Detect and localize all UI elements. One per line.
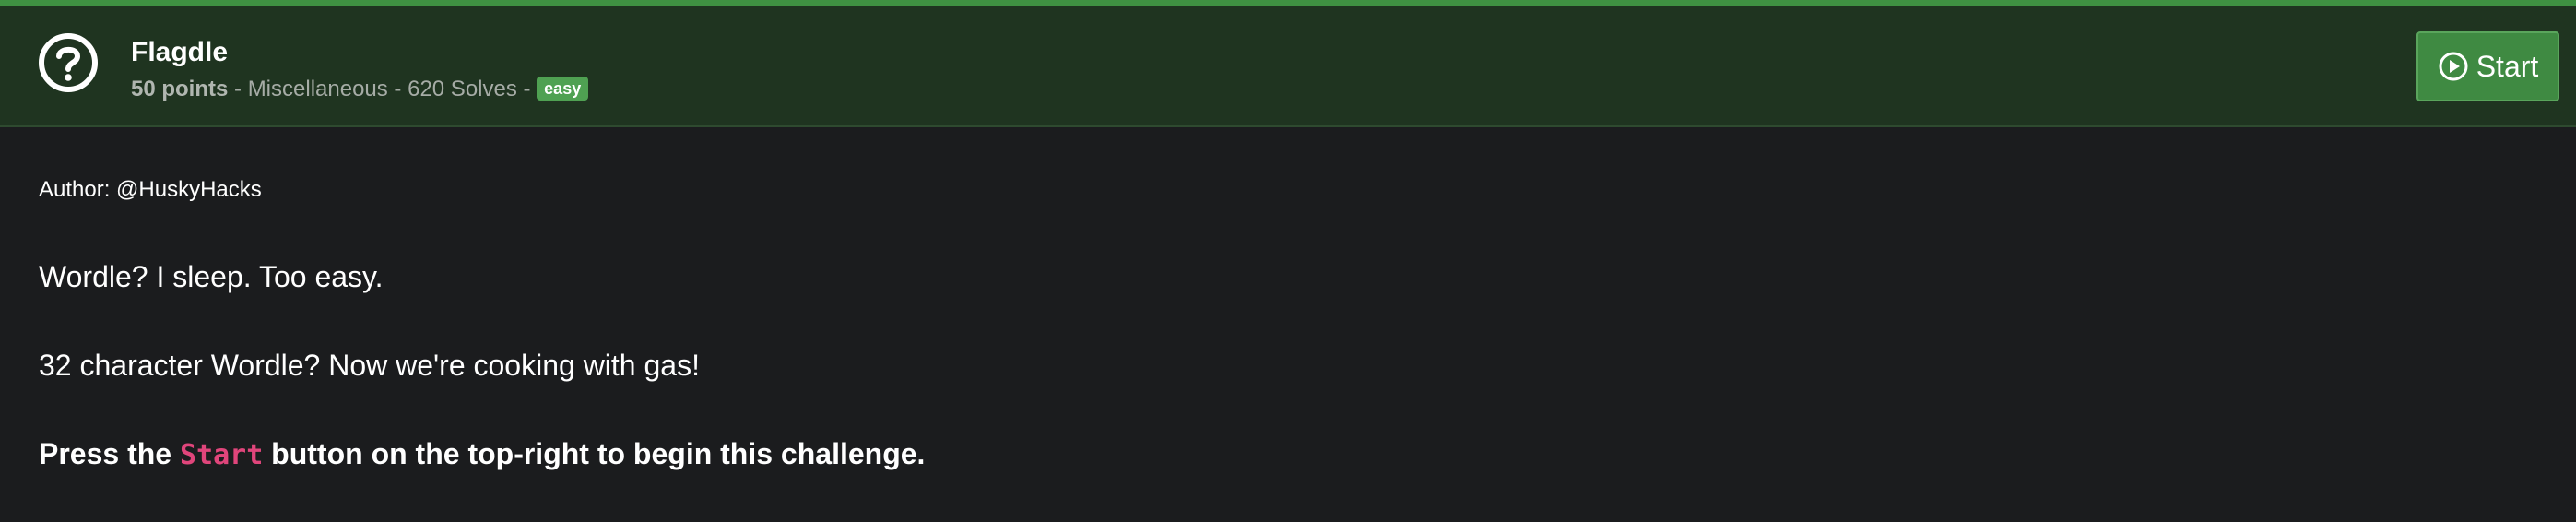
meta-separator: - (516, 77, 538, 101)
challenge-title: Flagdle (131, 37, 229, 67)
meta-separator: - (228, 77, 248, 101)
description-line-3: Press the Start button on the top-right … (39, 435, 925, 474)
challenge-meta: 50 points - Miscellaneous - 620 Solves -… (131, 76, 589, 103)
meta-separator: - (387, 77, 408, 101)
instruction-suffix: button on the top-right to begin this ch… (263, 437, 926, 470)
start-code-text: Start (179, 439, 264, 471)
play-circle-icon (2439, 52, 2468, 81)
challenge-description: Author: @HuskyHacks Wordle? I sleep. Too… (39, 175, 2528, 471)
points-value: 50 points (131, 77, 229, 101)
top-accent-bar (0, 0, 2576, 6)
start-button[interactable]: Start (2416, 31, 2559, 101)
difficulty-badge: easy (537, 77, 589, 101)
challenge-header: Flagdle 50 points - Miscellaneous - 620 … (0, 6, 2576, 127)
description-line-2: 32 character Wordle? Now we're cooking w… (39, 349, 700, 382)
solves-count: 620 Solves (408, 77, 517, 101)
author-line: Author: @HuskyHacks (39, 177, 262, 202)
start-button-label: Start (2476, 49, 2539, 83)
question-circle-icon (39, 33, 98, 92)
instruction-prefix: Press the (39, 437, 180, 470)
category-label: Miscellaneous (247, 77, 388, 101)
description-line-1: Wordle? I sleep. Too easy. (39, 260, 384, 293)
